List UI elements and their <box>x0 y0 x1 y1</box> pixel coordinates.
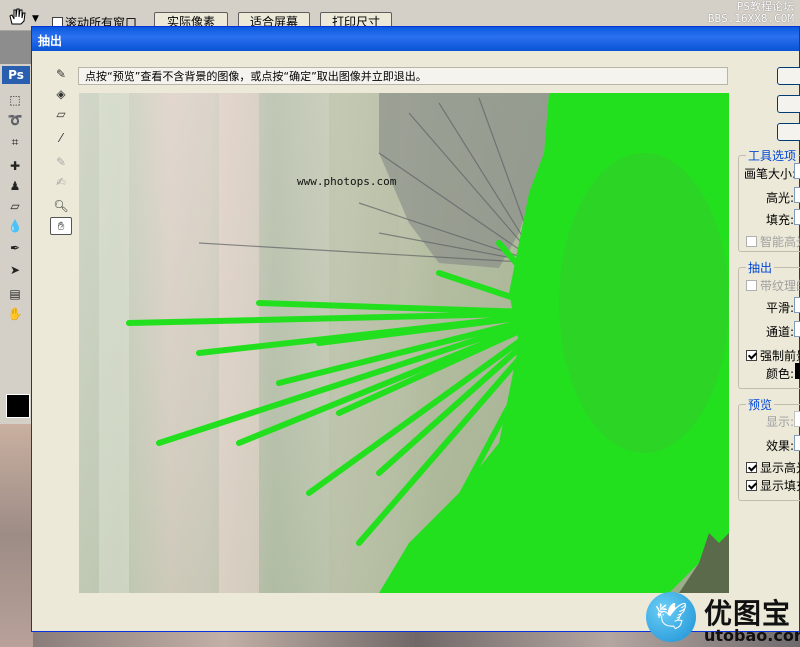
canvas-url-text: www.photops.com <box>297 175 397 188</box>
hand-icon[interactable] <box>6 6 28 26</box>
lasso-tool-icon[interactable]: ➰ <box>4 112 26 128</box>
preview-label: 预览 <box>746 396 775 413</box>
brush-size-field[interactable] <box>794 163 800 179</box>
fill-label: 填充: <box>766 213 795 227</box>
edge-touchup-icon[interactable]: ✍ <box>50 173 72 191</box>
channel-label: 通道: <box>766 325 795 339</box>
channel-select[interactable] <box>794 321 800 337</box>
image-preview-canvas[interactable]: www.photops.com <box>79 93 729 593</box>
canvas-image <box>79 93 729 593</box>
brush-size-label: 画笔大小: <box>744 167 797 181</box>
show-highlight-checkbox[interactable]: 显示高光 <box>746 459 800 476</box>
show-highlight-label: 显示高光 <box>760 461 800 475</box>
edge-highlighter-icon[interactable]: ✎ <box>50 65 72 83</box>
watermark-line2: BBS.16XX8.COM <box>707 12 794 25</box>
fill-icon[interactable]: ◈ <box>50 85 72 103</box>
bird-logo-icon: 🕊 <box>646 592 696 642</box>
color-swatch[interactable] <box>795 363 800 379</box>
show-label: 显示: <box>766 415 795 429</box>
show-fill-label: 显示填充 <box>760 479 800 493</box>
hand-icon[interactable]: ✋︎ <box>50 217 72 235</box>
photoshop-toolbox: Ps ⬚ ➰ ⌗ ✚ ♟ ▱ 💧 ✒ ➤ ▤ ✋ <box>0 64 33 424</box>
smooth-label: 平滑: <box>766 301 795 315</box>
instruction-text: 点按“预览”查看不含背景的图像，或点按“确定”取出图像并立即退出。 <box>78 67 728 85</box>
photoshop-logo: Ps <box>2 66 30 84</box>
show-fill-box[interactable] <box>746 480 757 491</box>
show-select[interactable] <box>794 411 800 427</box>
eyedropper-icon[interactable]: ⁄ <box>50 129 72 147</box>
foreground-color-swatch[interactable] <box>6 394 30 418</box>
eraser-icon[interactable]: ▱ <box>50 105 72 123</box>
cleanup-icon[interactable]: ✎ <box>50 153 72 171</box>
force-foreground-box[interactable] <box>746 350 757 361</box>
show-highlight-box[interactable] <box>746 462 757 473</box>
extract-label: 抽出 <box>746 259 775 276</box>
eraser-tool-icon[interactable]: ▱ <box>4 198 26 214</box>
site-watermark: PS教程论坛 BBS.16XX8.COM <box>708 1 794 25</box>
textured-box[interactable] <box>746 280 757 291</box>
textured-label: 带纹理的 <box>760 279 800 293</box>
logo-domain-text: utobao.com <box>704 626 800 645</box>
zoom-icon[interactable]: 🔍︎ <box>50 197 72 215</box>
hand-tool-icon[interactable]: ✋ <box>4 306 26 322</box>
force-foreground-label: 强制前景 <box>760 349 800 363</box>
smart-highlight-box[interactable] <box>746 236 757 247</box>
stamp-tool-icon[interactable]: ♟ <box>4 178 26 194</box>
dialog-title: 抽出 <box>38 34 63 48</box>
color-label: 颜色: <box>766 367 795 381</box>
show-fill-checkbox[interactable]: 显示填充 <box>746 477 800 494</box>
dialog-titlebar[interactable]: 抽出 <box>32 27 799 51</box>
highlight-select[interactable] <box>794 187 800 203</box>
smart-highlight-checkbox[interactable]: 智能高光 <box>746 233 800 250</box>
textured-checkbox[interactable]: 带纹理的 <box>746 277 800 294</box>
dropdown-arrow-icon[interactable]: ▼ <box>32 14 39 24</box>
blur-tool-icon[interactable]: 💧 <box>4 218 26 234</box>
tool-options-label: 工具选项 <box>746 147 799 164</box>
background-photo-edge <box>0 424 33 647</box>
fill-select[interactable] <box>794 209 800 225</box>
highlight-label: 高光: <box>766 191 795 205</box>
ok-button[interactable] <box>777 67 800 85</box>
extract-toolbar: ✎ ◈ ▱ ⁄ ✎ ✍ 🔍︎ ✋︎ <box>46 65 76 265</box>
select-tool-icon[interactable]: ➤ <box>4 262 26 278</box>
smooth-field[interactable] <box>794 297 800 313</box>
notes-tool-icon[interactable]: ▤ <box>4 286 26 302</box>
utobao-logo: 🕊 优图宝 utobao.com <box>642 590 800 647</box>
effect-label: 效果: <box>766 439 795 453</box>
force-foreground-checkbox[interactable]: 强制前景 <box>746 347 800 364</box>
marquee-tool-icon[interactable]: ⬚ <box>4 92 26 108</box>
healing-tool-icon[interactable]: ✚ <box>4 158 26 174</box>
smart-highlight-label: 智能高光 <box>760 235 800 249</box>
extract-dialog: 抽出 ✎ ◈ ▱ ⁄ ✎ ✍ 🔍︎ ✋︎ 点按“预览”查看不含背景的图像，或点按… <box>31 26 800 632</box>
cancel-button[interactable] <box>777 95 800 113</box>
pen-tool-icon[interactable]: ✒ <box>4 240 26 256</box>
effect-select[interactable] <box>794 435 800 451</box>
preview-button[interactable] <box>777 123 800 141</box>
crop-tool-icon[interactable]: ⌗ <box>4 134 26 150</box>
